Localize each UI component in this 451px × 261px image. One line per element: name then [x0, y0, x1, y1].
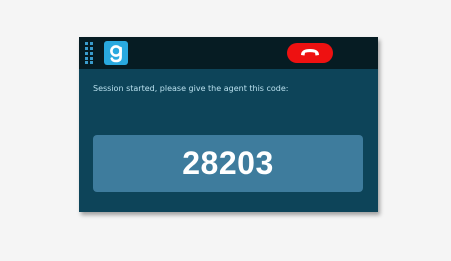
session-code: 28203 — [182, 145, 274, 181]
session-started-message: Session started, please give the agent t… — [93, 84, 289, 93]
phone-hangup-icon — [301, 49, 319, 56]
gotomeeting-g-logo-icon — [104, 41, 128, 65]
drag-grip-icon[interactable] — [85, 42, 95, 64]
support-session-widget: Session started, please give the agent t… — [79, 37, 378, 212]
session-code-box: 28203 — [93, 135, 363, 192]
title-bar — [79, 37, 378, 69]
hang-up-button[interactable] — [287, 43, 333, 63]
